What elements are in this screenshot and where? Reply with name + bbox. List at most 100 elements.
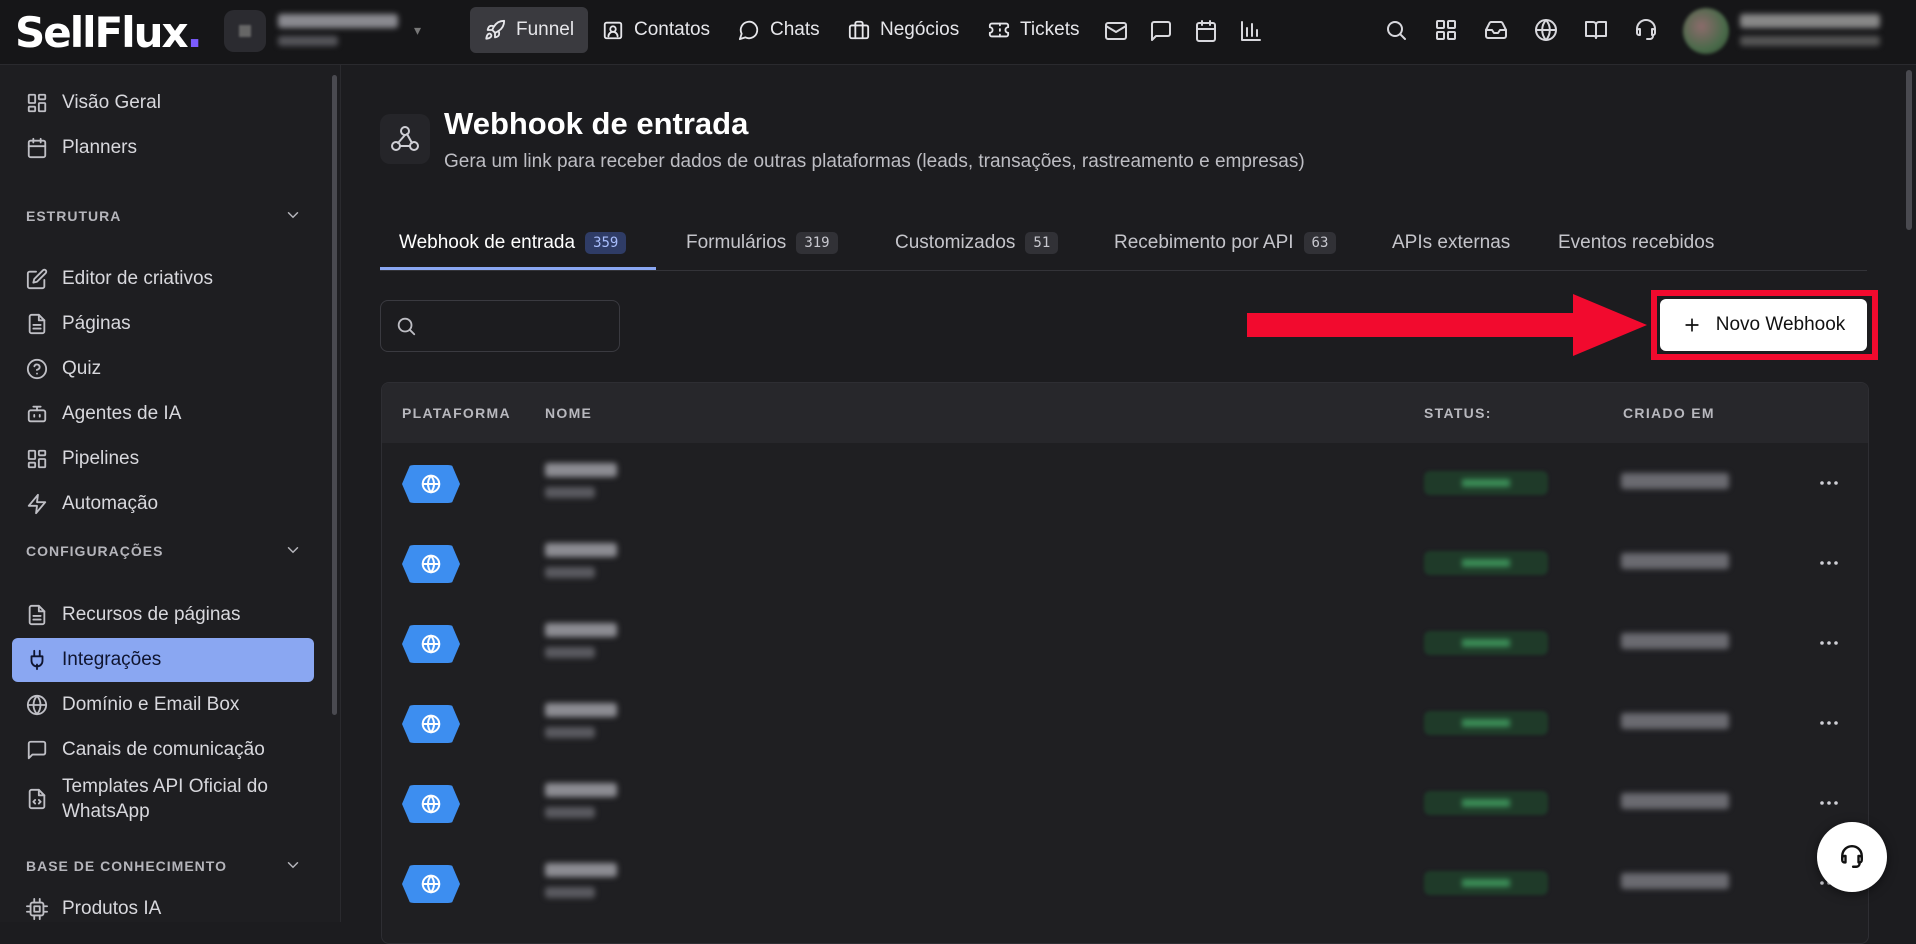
globe-webhook-icon — [402, 705, 460, 743]
tab-formularios[interactable]: Formulários 319 — [686, 216, 838, 270]
more-horizontal-icon[interactable] — [1817, 711, 1841, 735]
tab-eventos-recebidos[interactable]: Eventos recebidos — [1558, 216, 1714, 270]
section-configuracoes[interactable]: CONFIGURAÇÕES — [26, 543, 302, 559]
tab-apis-externas[interactable]: APIs externas — [1392, 216, 1510, 270]
sellflux-logo[interactable]: SellFlux. — [15, 8, 203, 57]
table-row[interactable] — [382, 843, 1868, 923]
row-type-redacted — [545, 727, 595, 738]
globe-webhook-icon — [402, 865, 460, 903]
inbox-icon[interactable] — [1484, 18, 1508, 42]
sidebar-item-produtos-ia[interactable]: Produtos IA — [12, 887, 314, 931]
tab-customizados[interactable]: Customizados 51 — [895, 216, 1059, 270]
new-webhook-button[interactable]: Novo Webhook — [1660, 299, 1867, 351]
sidebar-item-label: Páginas — [62, 313, 131, 334]
sidebar-item-templates-whatsapp[interactable]: Templates API Oficial do WhatsApp — [12, 764, 314, 834]
page-subtitle: Gera um link para receber dados de outra… — [444, 151, 1305, 172]
table-row[interactable] — [382, 523, 1868, 603]
globe-webhook-icon — [402, 625, 460, 663]
sidebar-item-quiz[interactable]: Quiz — [12, 347, 314, 391]
search-field[interactable] — [380, 300, 620, 352]
page-title: Webhook de entrada — [444, 106, 749, 141]
plus-icon — [1685, 318, 1699, 332]
table-header: PLATAFORMA NOME STATUS: CRIADO EM — [382, 383, 1868, 443]
headset-icon — [1841, 844, 1863, 868]
user-avatar[interactable] — [1683, 8, 1729, 54]
search-icon[interactable] — [1384, 18, 1408, 42]
webhooks-table: PLATAFORMA NOME STATUS: CRIADO EM — [381, 382, 1869, 944]
row-created-date-redacted — [1621, 633, 1729, 649]
calendar-icon[interactable] — [1194, 19, 1218, 43]
row-type-redacted — [545, 647, 595, 658]
chevron-down-icon — [287, 212, 299, 219]
sidebar-item-label: Agentes de IA — [62, 403, 182, 424]
table-row[interactable] — [382, 603, 1868, 683]
message-square-icon[interactable] — [1149, 19, 1173, 43]
section-base-conhecimento[interactable]: BASE DE CONHECIMENTO — [26, 858, 302, 874]
sidebar-item-editor-criativos[interactable]: Editor de criativos — [12, 257, 314, 301]
sidebar-item-dominio-email[interactable]: Domínio e Email Box — [12, 683, 314, 727]
table-row[interactable] — [382, 763, 1868, 843]
more-horizontal-icon[interactable] — [1817, 791, 1841, 815]
sidebar-item-pipelines[interactable]: Pipelines — [12, 437, 314, 481]
chevron-down-icon: ▾ — [414, 22, 422, 38]
grid-icon — [27, 93, 47, 113]
nav-chats[interactable]: Chats — [724, 7, 834, 53]
book-icon[interactable] — [1584, 18, 1608, 42]
nav-negocios-label: Negócios — [880, 19, 960, 40]
project-switcher[interactable]: ▾ — [224, 8, 434, 54]
lightning-icon — [27, 493, 47, 515]
apps-grid-icon[interactable] — [1434, 18, 1458, 42]
nav-chats-label: Chats — [770, 19, 820, 40]
row-name-redacted — [545, 463, 617, 477]
column-header-nome[interactable]: NOME — [545, 405, 592, 421]
column-header-criado-em[interactable]: CRIADO EM — [1623, 405, 1715, 421]
globe-icon[interactable] — [1534, 18, 1558, 42]
sidebar-item-label: Recursos de páginas — [62, 604, 241, 625]
main-scrollbar[interactable] — [1906, 70, 1912, 230]
tab-recebimento-api[interactable]: Recebimento por API 63 — [1114, 216, 1337, 270]
edit-square-icon — [26, 268, 48, 290]
section-title: CONFIGURAÇÕES — [26, 543, 164, 559]
status-badge — [1424, 631, 1548, 655]
sidebar-item-paginas[interactable]: Páginas — [12, 302, 314, 346]
tab-webhook-entrada[interactable]: Webhook de entrada 359 — [399, 216, 627, 270]
mail-icon[interactable] — [1104, 19, 1128, 43]
search-input[interactable] — [427, 311, 611, 343]
sidebar-item-automacao[interactable]: Automação — [12, 482, 314, 526]
sidebar-item-label: Planners — [62, 137, 137, 158]
section-estrutura[interactable]: ESTRUTURA — [26, 208, 302, 224]
table-row[interactable] — [382, 443, 1868, 523]
tab-count-badge: 51 — [1025, 232, 1059, 254]
calendar-icon — [27, 137, 47, 159]
sidebar-item-label: Editor de criativos — [62, 268, 214, 289]
column-header-status[interactable]: STATUS: — [1424, 405, 1492, 421]
sidebar: Visão Geral Planners ESTRUTURA Editor de… — [0, 65, 341, 922]
grid-icon — [27, 449, 47, 469]
tabs-bar: Webhook de entrada 359 Formulários 319 C… — [380, 216, 1867, 271]
nav-tickets[interactable]: Tickets — [974, 7, 1093, 53]
help-circle-icon — [26, 358, 48, 380]
more-horizontal-icon[interactable] — [1817, 471, 1841, 495]
row-name-redacted — [545, 623, 617, 637]
nav-contatos[interactable]: Contatos — [588, 7, 724, 53]
nav-funnel[interactable]: Funnel — [470, 7, 589, 53]
sidebar-item-agentes-ia[interactable]: Agentes de IA — [12, 392, 314, 436]
nav-negocios[interactable]: Negócios — [834, 7, 973, 53]
sidebar-item-recursos-paginas[interactable]: Recursos de páginas — [12, 593, 314, 637]
sidebar-item-label: Produtos IA — [62, 898, 162, 919]
table-row[interactable] — [382, 683, 1868, 763]
plug-icon — [30, 649, 44, 671]
sidebar-item-visao-geral[interactable]: Visão Geral — [12, 81, 314, 125]
sidebar-item-planners[interactable]: Planners — [12, 126, 314, 170]
message-square-icon — [27, 740, 47, 760]
project-plan-redacted — [278, 36, 338, 46]
sidebar-scrollbar[interactable] — [332, 75, 337, 715]
row-created-date-redacted — [1621, 873, 1729, 889]
column-header-plataforma[interactable]: PLATAFORMA — [402, 405, 511, 421]
headset-icon[interactable] — [1634, 18, 1658, 42]
more-horizontal-icon[interactable] — [1817, 631, 1841, 655]
bar-chart-icon[interactable] — [1239, 19, 1263, 43]
more-horizontal-icon[interactable] — [1817, 551, 1841, 575]
sidebar-item-integracoes[interactable]: Integrações — [12, 638, 314, 682]
support-chat-button[interactable] — [1817, 822, 1887, 892]
